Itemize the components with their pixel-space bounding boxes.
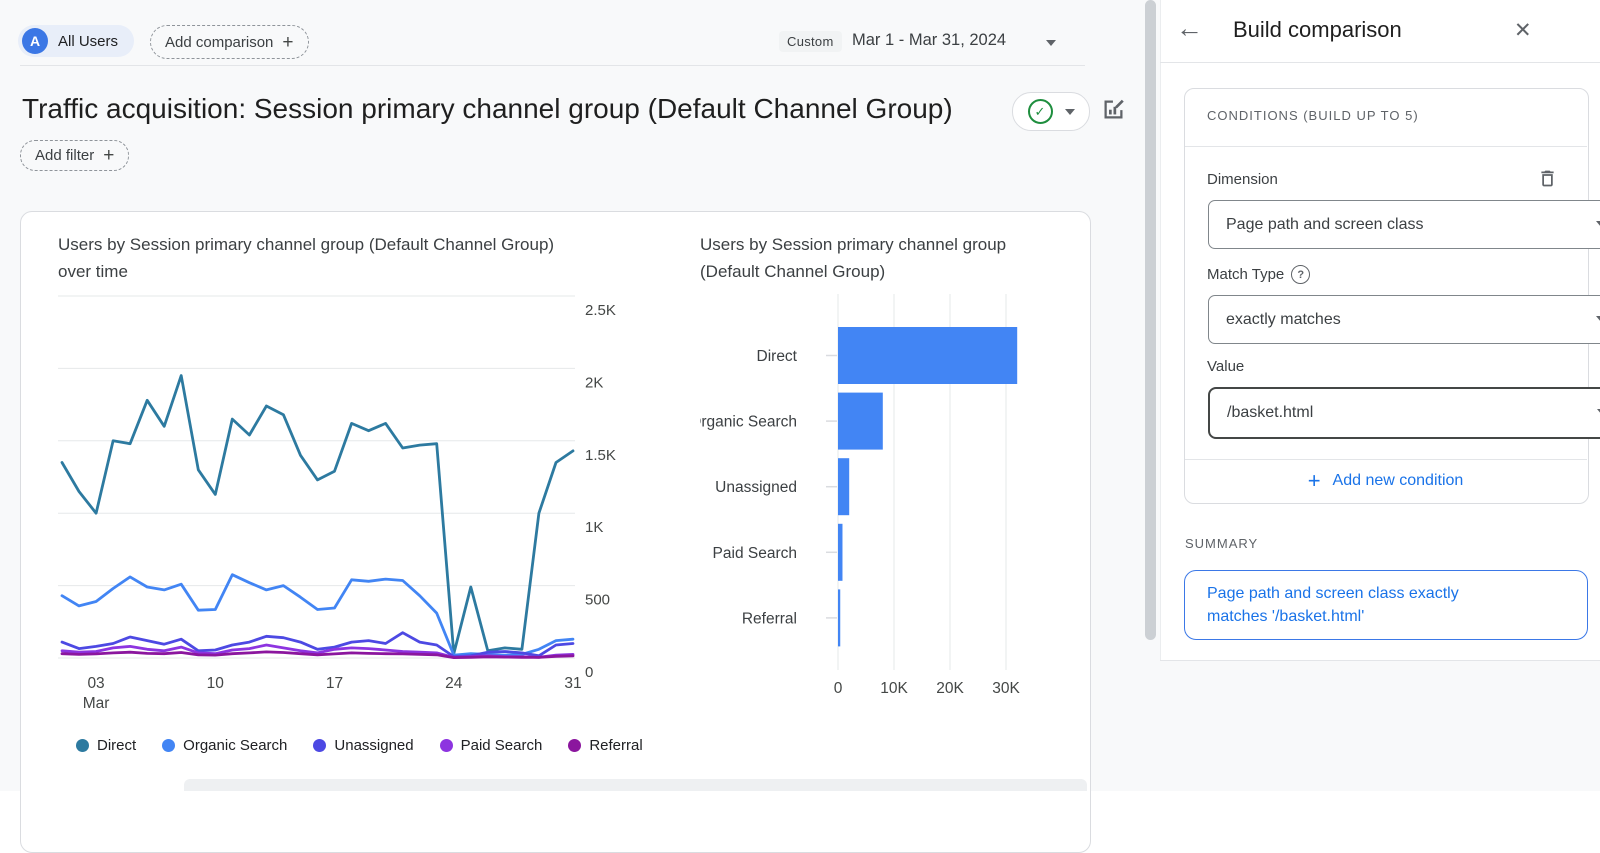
bar-chart[interactable]: 0 10K 20K 30K Direct Organic Search Unassigned… bbox=[700, 290, 1092, 715]
close-icon[interactable]: ✕ bbox=[1514, 18, 1532, 43]
table-top-edge bbox=[184, 779, 1087, 791]
value-select[interactable]: /basket.html bbox=[1208, 387, 1600, 439]
help-icon[interactable]: ? bbox=[1291, 265, 1310, 284]
svg-text:24: 24 bbox=[445, 675, 463, 692]
back-arrow-icon[interactable]: ← bbox=[1176, 15, 1203, 42]
svg-text:20K: 20K bbox=[936, 680, 964, 697]
svg-text:Mar: Mar bbox=[83, 695, 110, 712]
svg-text:0: 0 bbox=[585, 664, 593, 681]
dimension-select-value: Page path and screen class bbox=[1226, 216, 1423, 234]
svg-text:10: 10 bbox=[207, 675, 225, 692]
audience-avatar: A bbox=[22, 28, 48, 54]
all-users-label: All Users bbox=[58, 33, 118, 50]
panel-title: Build comparison bbox=[1233, 17, 1402, 43]
header-divider bbox=[20, 65, 1085, 66]
legend-item: Organic Search bbox=[162, 737, 287, 754]
match-type-label-text: Match Type bbox=[1207, 266, 1284, 283]
legend-item: Referral bbox=[568, 737, 642, 754]
legend-dot-icon bbox=[76, 739, 89, 752]
chevron-down-icon bbox=[1046, 40, 1056, 46]
legend-label: Paid Search bbox=[461, 737, 543, 754]
svg-text:31: 31 bbox=[564, 675, 581, 692]
legend-label: Organic Search bbox=[183, 737, 287, 754]
legend-label: Unassigned bbox=[334, 737, 413, 754]
svg-text:17: 17 bbox=[326, 675, 343, 692]
page-title: Traffic acquisition: Session primary cha… bbox=[22, 93, 953, 125]
add-new-condition-button[interactable]: + Add new condition bbox=[1184, 460, 1587, 501]
summary-chip: Page path and screen class exactly match… bbox=[1184, 570, 1588, 640]
chart-legend: Direct Organic Search Unassigned Paid Searc… bbox=[76, 737, 643, 754]
summary-label: SUMMARY bbox=[1185, 536, 1258, 551]
add-comparison-button[interactable]: Add comparison + bbox=[150, 25, 309, 59]
legend-label: Referral bbox=[589, 737, 642, 754]
svg-text:1.5K: 1.5K bbox=[585, 447, 616, 464]
line-chart[interactable]: 0 500 1K 1.5K 2K 2.5K 03 Mar 10 17 24 31 bbox=[58, 290, 633, 715]
svg-text:10K: 10K bbox=[880, 680, 908, 697]
date-range-type-badge: Custom bbox=[779, 31, 842, 52]
summary-text: Page path and screen class exactly match… bbox=[1185, 582, 1577, 628]
vertical-scrollbar[interactable] bbox=[1145, 0, 1156, 640]
add-filter-label: Add filter bbox=[35, 147, 94, 164]
svg-text:2K: 2K bbox=[585, 374, 603, 391]
line-chart-title: Users by Session primary channel group (… bbox=[58, 231, 588, 285]
panel-footer-area bbox=[1160, 661, 1600, 791]
legend-dot-icon bbox=[313, 739, 326, 752]
legend-item: Direct bbox=[76, 737, 136, 754]
chevron-down-icon bbox=[1596, 221, 1600, 227]
legend-dot-icon bbox=[568, 739, 581, 752]
svg-text:2.5K: 2.5K bbox=[585, 302, 616, 319]
delete-condition-icon[interactable] bbox=[1537, 168, 1558, 189]
legend-label: Direct bbox=[97, 737, 136, 754]
customize-report-icon[interactable] bbox=[1100, 96, 1127, 123]
svg-text:Organic Search: Organic Search bbox=[700, 414, 797, 431]
svg-text:0: 0 bbox=[834, 680, 843, 697]
svg-text:1K: 1K bbox=[585, 519, 603, 536]
ga4-traffic-acquisition-page: A All Users Add comparison + Custom Mar … bbox=[0, 0, 1600, 791]
plus-icon: + bbox=[1308, 470, 1321, 492]
panel-header-divider bbox=[1160, 62, 1600, 63]
check-circle-icon: ✓ bbox=[1028, 99, 1053, 124]
legend-dot-icon bbox=[162, 739, 175, 752]
plus-icon: + bbox=[282, 33, 293, 52]
all-users-chip[interactable]: A All Users bbox=[18, 25, 134, 57]
chevron-down-icon bbox=[1596, 316, 1600, 322]
add-comparison-label: Add comparison bbox=[165, 34, 273, 51]
svg-text:Unassigned: Unassigned bbox=[715, 479, 797, 496]
svg-text:Paid Search: Paid Search bbox=[713, 545, 797, 562]
value-label: Value bbox=[1207, 358, 1244, 375]
svg-text:30K: 30K bbox=[992, 680, 1020, 697]
plus-icon: + bbox=[103, 146, 114, 165]
legend-dot-icon bbox=[440, 739, 453, 752]
svg-text:Direct: Direct bbox=[757, 348, 798, 365]
bar-chart-title: Users by Session primary channel group (… bbox=[700, 231, 1030, 285]
svg-text:03: 03 bbox=[87, 675, 104, 692]
match-type-select-value: exactly matches bbox=[1226, 311, 1341, 329]
conditions-header: CONDITIONS (BUILD UP TO 5) bbox=[1207, 108, 1419, 123]
dimension-label: Dimension bbox=[1207, 171, 1278, 188]
chevron-down-icon bbox=[1065, 109, 1075, 115]
add-new-condition-label: Add new condition bbox=[1333, 472, 1464, 490]
svg-text:Referral: Referral bbox=[742, 610, 797, 627]
svg-text:500: 500 bbox=[585, 592, 610, 609]
add-filter-button[interactable]: Add filter + bbox=[20, 140, 129, 171]
date-range-selector[interactable]: Mar 1 - Mar 31, 2024 bbox=[852, 31, 1006, 50]
dimension-select[interactable]: Page path and screen class bbox=[1208, 200, 1600, 249]
match-type-select[interactable]: exactly matches bbox=[1208, 295, 1600, 344]
legend-item: Paid Search bbox=[440, 737, 543, 754]
match-type-label: Match Type ? bbox=[1207, 265, 1310, 284]
value-select-value: /basket.html bbox=[1227, 404, 1313, 422]
report-status-button[interactable]: ✓ bbox=[1012, 92, 1090, 131]
conditions-divider bbox=[1185, 146, 1587, 147]
legend-item: Unassigned bbox=[313, 737, 413, 754]
